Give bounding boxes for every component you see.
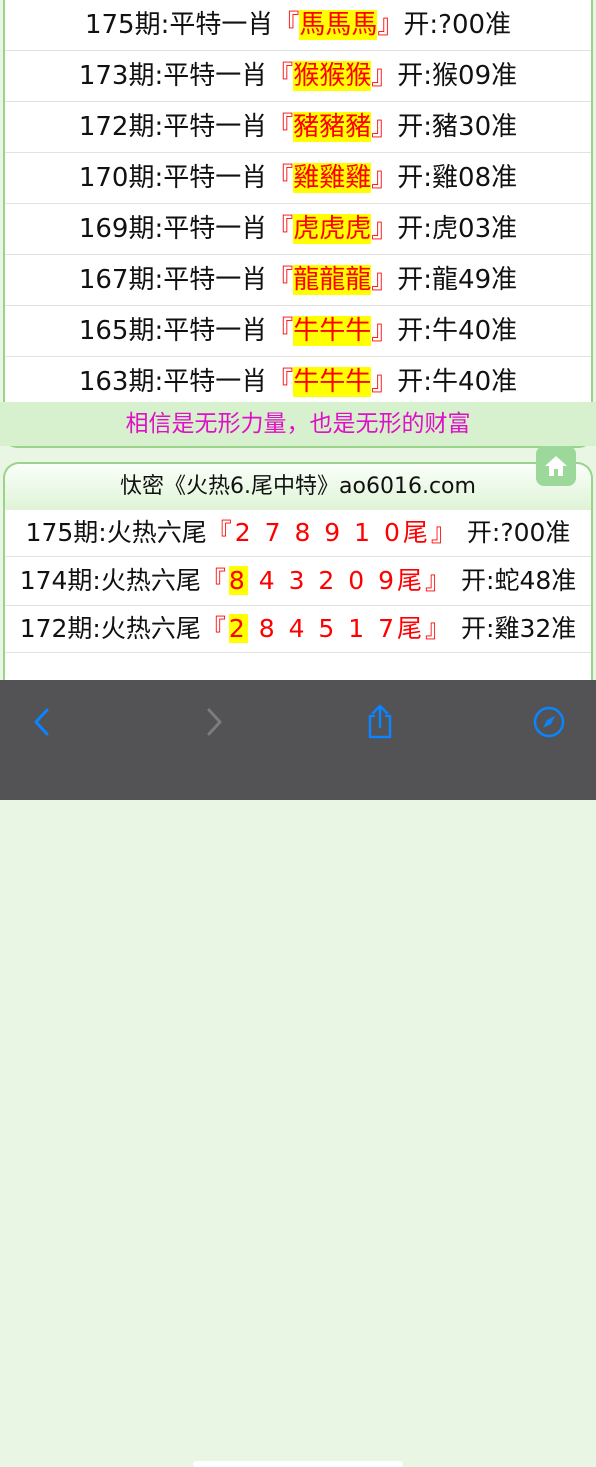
zodiac-row: 175期:平特一肖『馬馬馬』开:?00准 — [5, 0, 591, 51]
safari-compass-button[interactable] — [529, 702, 569, 742]
period-label: 175期:平特一肖 — [84, 10, 274, 40]
zodiac-row: 167期:平特一肖『龍龍龍』开:龍49准 — [5, 255, 591, 306]
period-label: 163期:平特一肖 — [78, 367, 268, 397]
open-quote: 『 — [200, 566, 229, 595]
draw-result: 开:猴09准 — [397, 61, 518, 91]
tail-rest: 8 4 5 1 7尾 — [247, 614, 426, 643]
slogan: 相信是无形力量，也是无形的财富 — [0, 402, 596, 446]
zodiac-row: 163期:平特一肖『牛牛牛』开:牛40准 — [5, 357, 591, 408]
zodiac-prediction: 『雞雞雞』 — [267, 163, 397, 193]
zodiac-prediction: 『龍龍龍』 — [267, 265, 397, 295]
zodiac-prediction: 『馬馬馬』 — [273, 10, 403, 40]
close-quote: 』 — [371, 265, 398, 295]
zodiac-row: 172期:平特一肖『豬豬豬』开:豬30准 — [5, 102, 591, 153]
close-quote: 』 — [425, 566, 454, 595]
zodiac-row: 169期:平特一肖『虎虎虎』开:虎03准 — [5, 204, 591, 255]
period-label: 173期:平特一肖 — [78, 61, 268, 91]
tail-rest: 4 3 2 0 9尾 — [247, 566, 426, 595]
zodiac-row: 170期:平特一肖『雞雞雞』开:雞08准 — [5, 153, 591, 204]
zodiac-text: 虎虎虎 — [293, 214, 372, 244]
close-quote: 』 — [377, 10, 404, 40]
draw-result: 开:牛40准 — [397, 316, 518, 346]
zodiac-text: 豬豬豬 — [293, 112, 372, 142]
zodiac-row: 165期:平特一肖『牛牛牛』开:牛40准 — [5, 306, 591, 357]
tail-row: 172期:火热六尾『2 8 4 5 1 7尾』 开:雞32准 — [5, 606, 591, 653]
zodiac-text: 龍龍龍 — [293, 265, 372, 295]
browser-toolbar — [0, 680, 596, 1467]
zodiac-text: 馬馬馬 — [299, 10, 378, 40]
back-button[interactable] — [22, 702, 62, 742]
open-quote: 『 — [267, 367, 294, 397]
draw-result: 开:蛇48准 — [461, 566, 577, 595]
period-label: 170期:平特一肖 — [78, 163, 268, 193]
open-quote: 『 — [267, 61, 294, 91]
close-quote: 』 — [425, 614, 454, 643]
open-quote: 『 — [273, 10, 300, 40]
zodiac-prediction: 『牛牛牛』 — [267, 367, 397, 397]
zodiac-prediction-panel: 175期:平特一肖『馬馬馬』开:?00准 173期:平特一肖『猴猴猴』开:猴09准… — [3, 0, 593, 448]
tail-numbers: 『2 7 8 9 1 0尾』 — [207, 518, 459, 547]
tail-numbers: 『2 8 4 5 1 7尾』 — [201, 614, 453, 643]
chevron-left-icon — [34, 708, 49, 736]
period-label: 175期:火热六尾 — [25, 518, 207, 547]
draw-result: 开:?00准 — [466, 518, 571, 547]
share-icon — [368, 704, 392, 739]
close-quote: 』 — [430, 518, 459, 547]
open-quote: 『 — [267, 214, 294, 244]
close-quote: 』 — [371, 61, 398, 91]
draw-result: 开:雞32准 — [461, 614, 577, 643]
zodiac-row: 173期:平特一肖『猴猴猴』开:猴09准 — [5, 51, 591, 102]
period-label: 174期:火热六尾 — [19, 566, 201, 595]
tail-rest: 2 7 8 9 1 0尾 — [234, 518, 431, 547]
home-button[interactable] — [536, 446, 576, 486]
zodiac-text: 牛牛牛 — [293, 367, 372, 397]
draw-result: 开:?00准 — [403, 10, 512, 40]
zodiac-prediction: 『猴猴猴』 — [267, 61, 397, 91]
open-quote: 『 — [267, 163, 294, 193]
period-label: 167期:平特一肖 — [78, 265, 268, 295]
close-quote: 』 — [371, 367, 398, 397]
draw-result: 开:虎03准 — [397, 214, 518, 244]
open-quote: 『 — [267, 316, 294, 346]
close-quote: 』 — [371, 112, 398, 142]
zodiac-prediction: 『豬豬豬』 — [267, 112, 397, 142]
close-quote: 』 — [371, 316, 398, 346]
tail-numbers: 『8 4 3 2 0 9尾』 — [201, 566, 453, 595]
compass-icon — [533, 706, 565, 738]
period-label: 169期:平特一肖 — [78, 214, 268, 244]
period-label: 172期:平特一肖 — [78, 112, 268, 142]
zodiac-text: 猴猴猴 — [293, 61, 372, 91]
close-quote: 』 — [371, 163, 398, 193]
period-label: 172期:火热六尾 — [19, 614, 201, 643]
zodiac-text: 牛牛牛 — [293, 316, 372, 346]
chevron-right-icon — [207, 708, 222, 736]
zodiac-text: 雞雞雞 — [293, 163, 372, 193]
home-icon — [545, 456, 567, 476]
tail-row: 174期:火热六尾『8 4 3 2 0 9尾』 开:蛇48准 — [5, 557, 591, 606]
tail-row: 175期:火热六尾『2 7 8 9 1 0尾』 开:?00准 — [5, 510, 591, 557]
draw-result: 开:牛40准 — [397, 367, 518, 397]
open-quote: 『 — [206, 518, 235, 547]
draw-result: 开:豬30准 — [397, 112, 518, 142]
open-quote: 『 — [200, 614, 229, 643]
zodiac-prediction: 『牛牛牛』 — [267, 316, 397, 346]
tail-first-digit: 2 — [228, 614, 248, 643]
tail-section-title: 忲密《火热6.尾中特》ao6016.com — [3, 462, 593, 510]
draw-result: 开:龍49准 — [397, 265, 518, 295]
home-indicator — [193, 1461, 403, 1467]
tail-first-digit: 8 — [228, 566, 248, 595]
open-quote: 『 — [267, 112, 294, 142]
open-quote: 『 — [267, 265, 294, 295]
share-button[interactable] — [360, 702, 400, 742]
period-label: 165期:平特一肖 — [78, 316, 268, 346]
close-quote: 』 — [371, 214, 398, 244]
forward-button[interactable] — [194, 702, 234, 742]
draw-result: 开:雞08准 — [397, 163, 518, 193]
zodiac-prediction: 『虎虎虎』 — [267, 214, 397, 244]
